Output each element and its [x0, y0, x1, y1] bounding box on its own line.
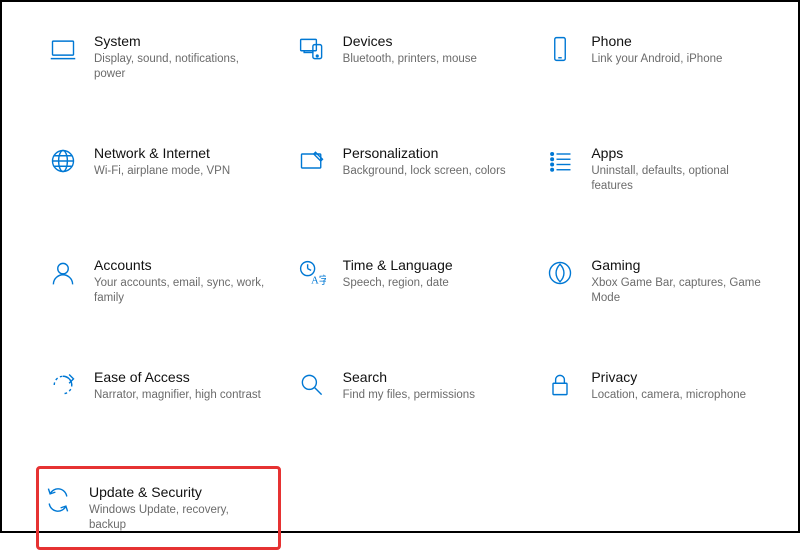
tile-title: Accounts	[94, 256, 265, 274]
tile-text: Network & Internet Wi-Fi, airplane mode,…	[94, 144, 275, 179]
apps-icon	[545, 146, 575, 176]
tile-title: Phone	[591, 32, 762, 50]
tile-title: Search	[343, 368, 514, 386]
tile-title: Time & Language	[343, 256, 514, 274]
tile-text: Accounts Your accounts, email, sync, wor…	[94, 256, 275, 306]
tile-privacy[interactable]: Privacy Location, camera, microphone	[539, 360, 778, 420]
tile-time-language[interactable]: A字 Time & Language Speech, region, date	[291, 248, 530, 314]
globe-icon	[48, 146, 78, 176]
lock-icon	[545, 370, 575, 400]
tile-text: Privacy Location, camera, microphone	[591, 368, 772, 403]
tile-desc: Speech, region, date	[343, 276, 514, 291]
tile-text: Ease of Access Narrator, magnifier, high…	[94, 368, 275, 403]
tile-title: System	[94, 32, 265, 50]
personalization-icon	[297, 146, 327, 176]
devices-icon	[297, 34, 327, 64]
tile-title: Ease of Access	[94, 368, 265, 386]
tile-desc: Narrator, magnifier, high contrast	[94, 388, 265, 403]
tile-title: Privacy	[591, 368, 762, 386]
tile-desc: Location, camera, microphone	[591, 388, 762, 403]
tile-desc: Uninstall, defaults, optional features	[591, 164, 762, 194]
tile-personalization[interactable]: Personalization Background, lock screen,…	[291, 136, 530, 202]
tile-ease-of-access[interactable]: Ease of Access Narrator, magnifier, high…	[42, 360, 281, 420]
tile-desc: Bluetooth, printers, mouse	[343, 52, 514, 67]
tile-text: Personalization Background, lock screen,…	[343, 144, 524, 179]
tile-desc: Background, lock screen, colors	[343, 164, 514, 179]
tile-search[interactable]: Search Find my files, permissions	[291, 360, 530, 420]
tile-apps[interactable]: Apps Uninstall, defaults, optional featu…	[539, 136, 778, 202]
phone-icon	[545, 34, 575, 64]
tile-desc: Display, sound, notifications, power	[94, 52, 265, 82]
settings-grid: System Display, sound, notifications, po…	[42, 24, 778, 550]
time-language-icon: A字	[297, 258, 327, 288]
tile-devices[interactable]: Devices Bluetooth, printers, mouse	[291, 24, 530, 90]
tile-desc: Xbox Game Bar, captures, Game Mode	[591, 276, 762, 306]
tile-title: Devices	[343, 32, 514, 50]
tile-accounts[interactable]: Accounts Your accounts, email, sync, wor…	[42, 248, 281, 314]
tile-text: Phone Link your Android, iPhone	[591, 32, 772, 67]
tile-text: Update & Security Windows Update, recove…	[89, 483, 274, 533]
tile-title: Apps	[591, 144, 762, 162]
search-icon	[297, 370, 327, 400]
tile-desc: Wi-Fi, airplane mode, VPN	[94, 164, 265, 179]
tile-text: Apps Uninstall, defaults, optional featu…	[591, 144, 772, 194]
tile-desc: Find my files, permissions	[343, 388, 514, 403]
svg-text:A字: A字	[311, 274, 326, 287]
tile-text: Gaming Xbox Game Bar, captures, Game Mod…	[591, 256, 772, 306]
tile-title: Update & Security	[89, 483, 264, 501]
tile-text: System Display, sound, notifications, po…	[94, 32, 275, 82]
tile-desc: Your accounts, email, sync, work, family	[94, 276, 265, 306]
gaming-icon	[545, 258, 575, 288]
tile-gaming[interactable]: Gaming Xbox Game Bar, captures, Game Mod…	[539, 248, 778, 314]
tile-system[interactable]: System Display, sound, notifications, po…	[42, 24, 281, 90]
tile-text: Devices Bluetooth, printers, mouse	[343, 32, 524, 67]
tile-text: Search Find my files, permissions	[343, 368, 524, 403]
tile-text: Time & Language Speech, region, date	[343, 256, 524, 291]
tile-network[interactable]: Network & Internet Wi-Fi, airplane mode,…	[42, 136, 281, 202]
tile-desc: Windows Update, recovery, backup	[89, 503, 264, 533]
system-icon	[48, 34, 78, 64]
tile-desc: Link your Android, iPhone	[591, 52, 762, 67]
update-icon	[43, 485, 73, 515]
tile-phone[interactable]: Phone Link your Android, iPhone	[539, 24, 778, 90]
tile-title: Personalization	[343, 144, 514, 162]
accounts-icon	[48, 258, 78, 288]
tile-update-security[interactable]: Update & Security Windows Update, recove…	[36, 466, 281, 550]
tile-title: Network & Internet	[94, 144, 265, 162]
tile-title: Gaming	[591, 256, 762, 274]
ease-of-access-icon	[48, 370, 78, 400]
